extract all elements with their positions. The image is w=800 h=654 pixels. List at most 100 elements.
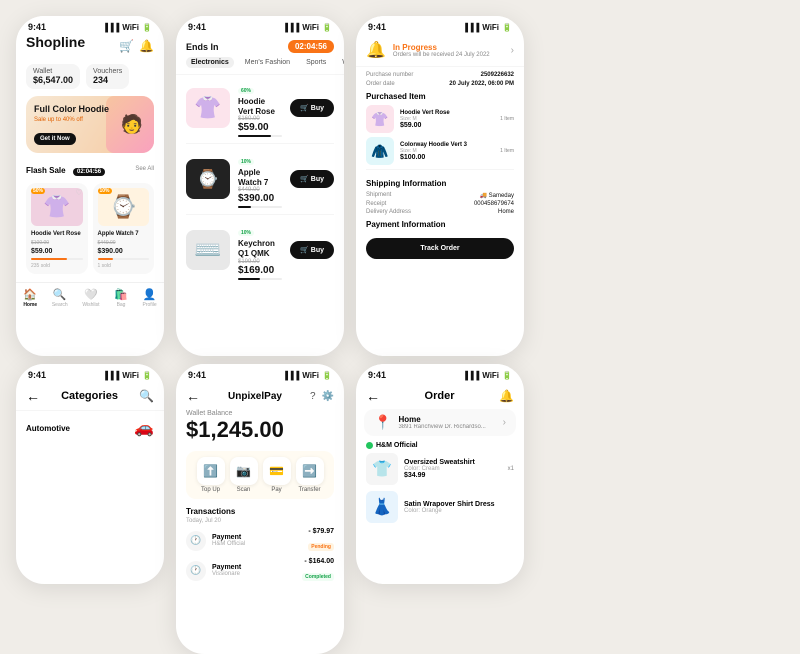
bottom-navigation: 🏠 Home 🔍 Search 🤍 Wishlist 🛍️ Bag 👤	[16, 282, 164, 311]
help-icon[interactable]: ?	[310, 391, 316, 402]
wallet-actions: ⬆️ Top Up 📷 Scan 💳 Pay ➡️ Transfer	[186, 451, 334, 499]
purchased-name-2: Colorway Hoodie Vert 3	[400, 142, 467, 148]
wallet-box: Wallet $6,547.00	[26, 64, 80, 89]
scan-action[interactable]: 📷 Scan	[230, 457, 258, 493]
heart-icon[interactable]: ♡	[75, 188, 82, 197]
flash-badge-watch: 10%	[238, 159, 254, 165]
wallet-balance-section: Wallet Balance $1,245.00	[176, 408, 344, 451]
purchased-qty-2: 1 Item	[500, 148, 514, 154]
bell-icon[interactable]: 🔔	[139, 39, 154, 53]
status-bar-2: 9:41 ▐▐▐ WiFi 🔋	[176, 16, 344, 34]
payment-title: Payment Information	[366, 220, 514, 229]
flash-name-keyboard: Keychron Q1 QMK	[238, 239, 282, 258]
cat-more[interactable]: Wor...	[337, 57, 344, 68]
voucher-box: Vouchers 234	[86, 64, 129, 89]
category-automotive[interactable]: Automotive 🚗	[16, 410, 164, 445]
delivery-addr-label: Delivery Address	[366, 209, 411, 215]
flash-timer: 02:04:56	[73, 168, 105, 176]
app-title: Shopline	[26, 34, 85, 50]
flash-item-watch: ⌚ 10% Apple Watch 7 $449.00 $390.00 🛒 Bu…	[186, 150, 334, 215]
categories-header: ← Categories 🔍	[16, 382, 164, 410]
cat-sports[interactable]: Sports	[301, 57, 331, 68]
in-progress-title: In Progress	[393, 43, 490, 52]
status-icons-3: ▐▐▐ WiFi 🔋	[282, 371, 332, 380]
nav-wishlist[interactable]: 🤍 Wishlist	[82, 288, 99, 308]
product-original-hoodie: $100.00	[31, 240, 83, 246]
nav-profile[interactable]: 👤 Profile	[143, 288, 157, 308]
category-name-automotive: Automotive	[26, 424, 70, 433]
back-icon-5[interactable]: ←	[26, 388, 40, 404]
transactions-section: Transactions Today, Jul 20 🕐 Payment H&M…	[176, 507, 344, 583]
buy-button-hoodie[interactable]: 🛒 Buy	[290, 99, 334, 117]
back-icon-3[interactable]: ←	[186, 388, 200, 404]
status-icons-5: ▐▐▐ WiFi 🔋	[102, 371, 152, 380]
cart-icon[interactable]: 🛒	[119, 39, 134, 53]
status-icons-2: ▐▐▐ WiFi 🔋	[282, 23, 332, 32]
signal-icon-6: ▐▐▐	[462, 371, 479, 380]
order-date-row: Order date 20 July 2022, 06:00 PM	[366, 81, 514, 87]
categories-search-icon[interactable]: 🔍	[139, 389, 154, 403]
status-bar-3: 9:41 ▐▐▐ WiFi 🔋	[176, 364, 344, 382]
order-product-qty-1: x1	[508, 466, 514, 472]
status-bar-5: 9:41 ▐▐▐ WiFi 🔋	[16, 364, 164, 382]
nav-search[interactable]: 🔍 Search	[52, 288, 68, 308]
shipping-info: Shipping Information Shipment 🚚 Sameday …	[366, 169, 514, 259]
pay-action[interactable]: 💳 Pay	[263, 457, 291, 493]
transaction-item-1: 🕐 Payment H&M Official - $79.97 Pending	[186, 528, 334, 553]
tx-icon-2: 🕐	[186, 561, 206, 581]
tx-amount-1: - $79.97	[308, 528, 334, 535]
status-time-3: 9:41	[188, 370, 206, 380]
discount-badge-watch: 10%	[98, 188, 112, 194]
settings-icon[interactable]: ⚙️	[322, 391, 334, 402]
product-card-watch[interactable]: ⌚ 10% Apple Watch 7 $449.00 $390.00 1 so…	[93, 183, 155, 274]
topup-action[interactable]: ⬆️ Top Up	[197, 457, 225, 493]
see-all-link[interactable]: See All	[135, 166, 154, 172]
cat-electronics[interactable]: Electronics	[186, 57, 234, 68]
order-bell-icon[interactable]: 🔔	[499, 389, 514, 403]
delivery-full-addr: 3891 Ranchview Dr. Richardso...	[398, 424, 485, 430]
flash-img-keyboard: ⌨️	[186, 230, 230, 270]
order-product-name-2: Satin Wrapover Shirt Dress	[404, 501, 495, 508]
nav-bag[interactable]: 🛍️ Bag	[114, 288, 128, 308]
wallet-app-title: UnpixelPay	[228, 391, 282, 402]
cat-mens-fashion[interactable]: Men's Fashion	[240, 57, 295, 68]
track-order-button[interactable]: Track Order	[366, 238, 514, 259]
purchase-number-label: Purchase number	[366, 72, 413, 78]
get-it-now-button[interactable]: Get it Now	[34, 133, 76, 145]
flash-sale-label: Flash Sale 02:04:56	[26, 160, 105, 178]
nav-home[interactable]: 🏠 Home	[23, 288, 37, 308]
wifi-icon-2: WiFi	[302, 23, 319, 32]
receipt-label: Receipt	[366, 201, 386, 207]
transactions-title: Transactions	[186, 507, 334, 516]
battery-icon-3: 🔋	[322, 371, 332, 380]
order-title: Order	[425, 390, 455, 402]
flash-info-hoodie: 60% Hoodie Vert Rose $160.00 $59.00	[238, 79, 282, 137]
buy-button-watch[interactable]: 🛒 Buy	[290, 170, 334, 188]
vouchers-count: 234	[93, 75, 122, 85]
bag-icon: 🛍️	[114, 288, 128, 301]
purchased-img-2: 🧥	[366, 137, 394, 165]
tx-from-2: Vissionare	[212, 571, 296, 577]
categories-bar: Electronics Men's Fashion Sports Wor...	[176, 57, 344, 75]
battery-icon: 🔋	[142, 23, 152, 32]
delivery-place: Home	[398, 415, 485, 424]
product-sold-hoodie: 235 sold	[31, 263, 83, 269]
wallet-label: Wallet	[33, 68, 73, 75]
product-card-hoodie[interactable]: 👚 50% ♡ Hoodie Vert Rose $100.00 $59.00 …	[26, 183, 88, 274]
status-time-6: 9:41	[368, 370, 386, 380]
receipt-row: Receipt 000458679674	[366, 201, 514, 207]
status-bar-1: 9:41 ▐▐▐ WiFi 🔋	[16, 16, 164, 34]
back-icon-6[interactable]: ←	[366, 388, 380, 404]
transfer-label: Transfer	[298, 487, 320, 493]
tx-name-1: Payment	[212, 534, 302, 541]
wallet-amount: $6,547.00	[33, 75, 73, 85]
transfer-action[interactable]: ➡️ Transfer	[296, 457, 324, 493]
transfer-icon: ➡️	[296, 457, 324, 485]
status-icons-4: ▐▐▐ WiFi 🔋	[462, 23, 512, 32]
tx-info-1: Payment H&M Official	[212, 534, 302, 547]
order-product-img-2: 👗	[366, 491, 398, 523]
buy-button-keyboard[interactable]: 🛒 Buy	[290, 241, 334, 259]
delivery-address-section: 📍 Home 3891 Ranchview Dr. Richardso... ›	[364, 409, 516, 436]
product-row: 👚 50% ♡ Hoodie Vert Rose $100.00 $59.00 …	[26, 183, 154, 274]
status-bar-4: 9:41 ▐▐▐ WiFi 🔋	[356, 16, 524, 34]
